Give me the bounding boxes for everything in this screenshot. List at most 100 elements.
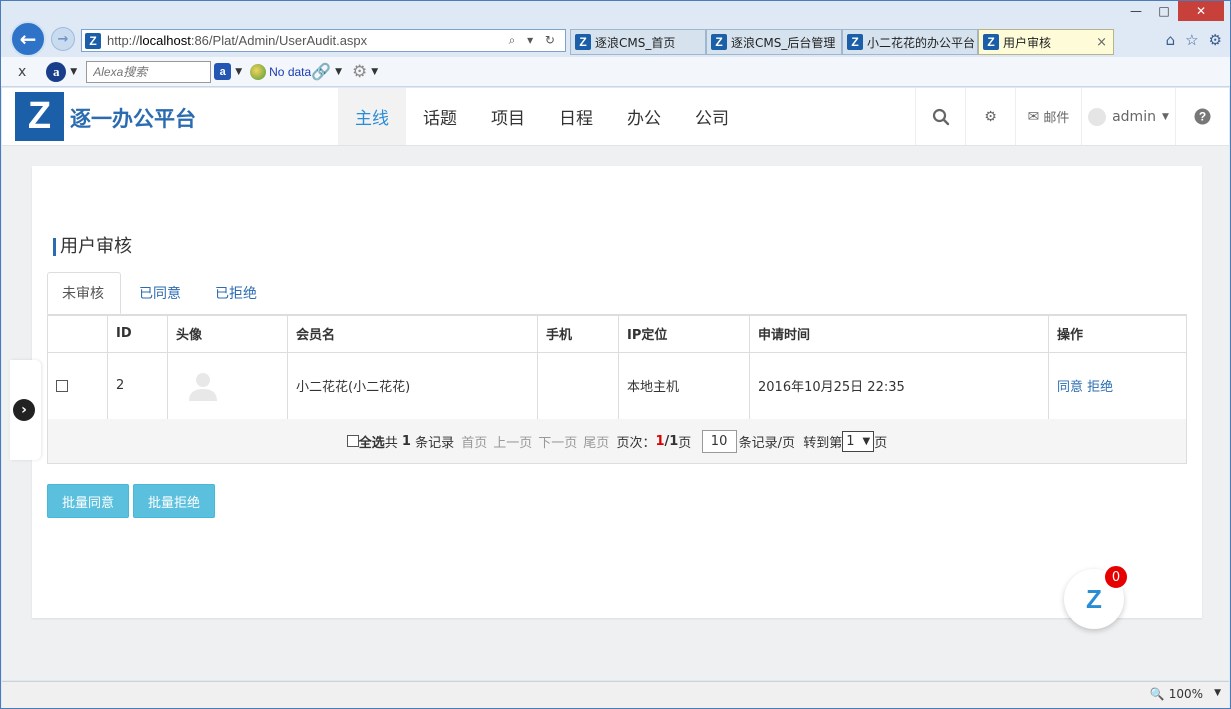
tab-office-platform[interactable]: Z 小二花花的办公平台 bbox=[842, 29, 978, 55]
tab-favicon-icon: Z bbox=[711, 34, 727, 50]
audit-table: ID 头像 会员名 手机 IP定位 申请时间 操作 2 小二花花(小二花花) 本… bbox=[47, 314, 1187, 420]
table-row: 2 小二花花(小二花花) 本地主机 2016年10月25日 22:35 同意 拒… bbox=[47, 351, 1187, 420]
row-ip: 本地主机 bbox=[618, 351, 750, 420]
tab-approved[interactable]: 已同意 bbox=[125, 272, 195, 314]
reject-link[interactable]: 拒绝 bbox=[1087, 380, 1113, 395]
tab-pending[interactable]: 未审核 bbox=[47, 272, 121, 314]
page-viewport: Z 逐一办公平台 主线 话题 项目 日程 办公 公司 ⚙ ✉ 邮件 admin … bbox=[2, 88, 1229, 680]
toolbar-gear-icon[interactable]: ⚙ bbox=[352, 62, 367, 82]
column-header: 头像 bbox=[167, 314, 288, 353]
total-count: 1 bbox=[401, 433, 411, 449]
maximize-button[interactable]: □ bbox=[1150, 1, 1178, 21]
mail-button[interactable]: ✉ 邮件 bbox=[1015, 88, 1081, 145]
tab-rejected[interactable]: 已拒绝 bbox=[201, 272, 271, 314]
svg-text:?: ? bbox=[1199, 110, 1206, 124]
favorites-star-icon[interactable]: ☆ bbox=[1185, 31, 1198, 49]
header-actions: ⚙ ✉ 邮件 admin ▼ ? bbox=[915, 88, 1229, 145]
nav-item-company[interactable]: 公司 bbox=[678, 88, 746, 145]
column-header: 会员名 bbox=[287, 314, 538, 353]
chevron-down-icon[interactable]: ▼ bbox=[235, 67, 242, 77]
address-url[interactable]: http://localhost:86/Plat/Admin/UserAudit… bbox=[107, 33, 509, 48]
site-logo[interactable]: Z bbox=[15, 92, 64, 141]
chevron-down-icon[interactable]: ▼ bbox=[1214, 688, 1221, 698]
goto-suffix: 页 bbox=[874, 435, 888, 451]
forward-button[interactable]: → bbox=[51, 27, 75, 51]
link-chain-icon[interactable]: 🔗 bbox=[311, 62, 331, 81]
chevron-down-icon[interactable]: ▼ bbox=[70, 67, 77, 77]
chevron-down-icon[interactable]: ▼ bbox=[371, 67, 378, 77]
tab-favicon-icon: Z bbox=[847, 34, 863, 50]
user-avatar-icon bbox=[1088, 107, 1107, 126]
pagination: 全选 共 1 条记录 首页 上一页 下一页 尾页 页次： 1/1 页 10 条记录… bbox=[47, 419, 1187, 464]
browser-icons: ⌂ ☆ ⚙ bbox=[1166, 31, 1222, 49]
sidebar-toggle[interactable]: › bbox=[10, 360, 41, 460]
notification-badge: 0 bbox=[1103, 564, 1129, 590]
address-tools-icons[interactable]: ⌕ ▾ ↻ bbox=[509, 33, 559, 48]
alexa-search-input[interactable] bbox=[86, 60, 212, 83]
title-bar: ← → Z http://localhost:86/Plat/Admin/Use… bbox=[1, 1, 1230, 57]
column-header: ID bbox=[107, 314, 168, 353]
tab-label: 用户审核 bbox=[1003, 35, 1052, 50]
search-icon[interactable] bbox=[915, 88, 965, 145]
agree-link[interactable]: 同意 bbox=[1057, 380, 1083, 395]
select-all-checkbox[interactable] bbox=[346, 435, 359, 447]
select-all-label[interactable]: 全选 bbox=[359, 432, 385, 451]
content-panel: 用户审核 未审核 已同意 已拒绝 ID 头像 会员名 手机 IP定位 申请时间 bbox=[32, 166, 1202, 618]
home-icon[interactable]: ⌂ bbox=[1166, 31, 1176, 49]
per-page-label: 条记录/页 bbox=[738, 435, 795, 451]
last-page-link[interactable]: 尾页 bbox=[583, 432, 609, 451]
goto-page-select[interactable]: 1 ▼ bbox=[842, 430, 875, 452]
per-page-input[interactable]: 10 bbox=[701, 429, 737, 453]
alexa-logo-icon[interactable]: a bbox=[46, 61, 67, 82]
alexa-rank[interactable]: No data bbox=[250, 63, 311, 80]
page-suffix: 页 bbox=[678, 435, 692, 451]
zoom-level: 100% bbox=[1168, 687, 1203, 701]
nav-item-topics[interactable]: 话题 bbox=[406, 88, 474, 145]
settings-gear-icon[interactable]: ⚙ bbox=[1209, 31, 1222, 49]
main-nav: 主线 话题 项目 日程 办公 公司 bbox=[338, 88, 746, 145]
alexa-search-icon[interactable]: a bbox=[214, 63, 232, 80]
goto-label: 转到第 bbox=[803, 435, 843, 451]
tab-cms-admin[interactable]: Z 逐浪CMS_后台管理 bbox=[706, 29, 842, 55]
tab-label: 逐浪CMS_首页 bbox=[595, 35, 676, 50]
back-button[interactable]: ← bbox=[10, 21, 46, 57]
toolbar-close-button[interactable]: x bbox=[18, 64, 26, 80]
tab-favicon-icon: Z bbox=[575, 34, 591, 50]
goto-value: 1 bbox=[846, 433, 855, 449]
site-name[interactable]: 逐一办公平台 bbox=[70, 103, 196, 133]
user-menu[interactable]: admin ▼ bbox=[1081, 88, 1175, 145]
address-bar[interactable]: Z http://localhost:86/Plat/Admin/UserAud… bbox=[81, 29, 566, 52]
nav-item-office[interactable]: 办公 bbox=[610, 88, 678, 145]
tab-close-icon[interactable]: × bbox=[1096, 35, 1107, 50]
tab-user-audit[interactable]: Z 用户审核 × bbox=[978, 29, 1114, 55]
zoom-icon: 🔍 bbox=[1149, 687, 1165, 701]
row-avatar-cell bbox=[167, 351, 288, 420]
batch-reject-button[interactable]: 批量拒绝 bbox=[133, 484, 215, 518]
total-prefix: 共 bbox=[384, 435, 398, 451]
nav-item-schedule[interactable]: 日程 bbox=[542, 88, 610, 145]
audit-tabs: 未审核 已同意 已拒绝 bbox=[47, 272, 1187, 314]
help-icon[interactable]: ? bbox=[1175, 88, 1229, 145]
site-header: Z 逐一办公平台 主线 话题 项目 日程 办公 公司 ⚙ ✉ 邮件 admin … bbox=[2, 88, 1229, 146]
minimize-button[interactable]: — bbox=[1122, 1, 1150, 21]
total-pages: 1 bbox=[669, 433, 679, 449]
first-page-link[interactable]: 首页 bbox=[461, 432, 487, 451]
mail-label: 邮件 bbox=[1043, 111, 1070, 126]
row-checkbox[interactable] bbox=[56, 379, 68, 392]
batch-agree-button[interactable]: 批量同意 bbox=[47, 484, 129, 518]
nav-item-mainline[interactable]: 主线 bbox=[338, 88, 406, 145]
row-username: 小二花花(小二花花) bbox=[287, 351, 538, 420]
column-header: IP定位 bbox=[618, 314, 750, 353]
tab-cms-home[interactable]: Z 逐浪CMS_首页 bbox=[570, 29, 706, 55]
next-page-link[interactable]: 下一页 bbox=[538, 432, 577, 451]
close-window-button[interactable]: ✕ bbox=[1178, 1, 1224, 21]
nav-item-projects[interactable]: 项目 bbox=[474, 88, 542, 145]
settings-gear-icon[interactable]: ⚙ bbox=[965, 88, 1015, 145]
prev-page-link[interactable]: 上一页 bbox=[493, 432, 532, 451]
tab-favicon-icon: Z bbox=[983, 34, 999, 50]
column-header: 申请时间 bbox=[749, 314, 1049, 353]
zoom-control[interactable]: 🔍 100% bbox=[1150, 687, 1203, 701]
user-name: admin bbox=[1112, 108, 1156, 125]
chevron-down-icon[interactable]: ▼ bbox=[335, 67, 342, 77]
row-phone bbox=[537, 351, 619, 420]
